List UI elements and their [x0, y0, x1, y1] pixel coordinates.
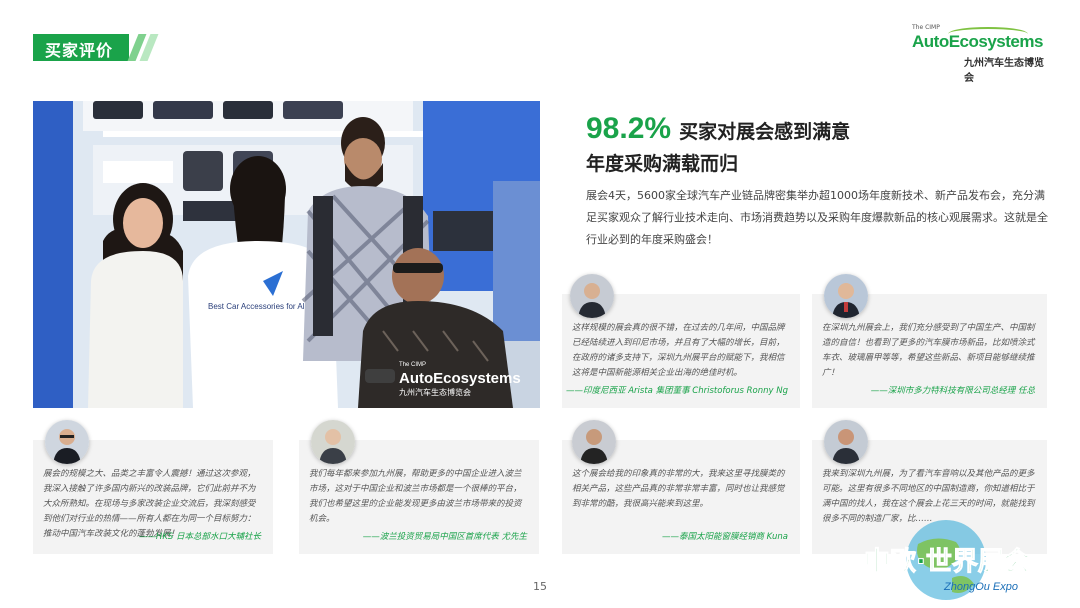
- headline-line1: 买家对展会感到满意: [679, 121, 851, 143]
- satisfaction-percent: 98.2%: [586, 112, 672, 145]
- testimonial-card: 我们每年都来参加九州展，帮助更多的中国企业进入波兰市场，这对于中国企业和波兰市场…: [299, 420, 539, 554]
- page-number: 15: [533, 580, 547, 593]
- testimonial-quote: 在深圳九州展会上，我们充分感受到了中国生产、中国制造的自信！也看到了更多的汽车膜…: [822, 323, 1035, 378]
- testimonial-author: ——印度尼西亚 Arista 集团董事 Christoforus Ronny N…: [566, 386, 788, 396]
- testimonial-author: ——深圳市多力特科技有限公司总经理 任总: [870, 386, 1035, 396]
- person-avatar: [572, 420, 616, 464]
- testimonial-card: 展会的规模之大、品类之丰富令人震撼！通过这次参观，我深入接触了许多国内新兴的改装…: [33, 420, 273, 554]
- watermark-en: ZhongOu Expo: [943, 581, 1018, 593]
- photo-logo-cn: 九州汽车生态博览会: [399, 387, 471, 397]
- testimonial-author: ——HKS 日本总部水口大辅社长: [138, 532, 261, 542]
- headline-line2: 年度采购满载而归: [586, 153, 739, 175]
- photo-logo-small: The CIMP: [399, 362, 426, 368]
- exhibition-photo: Best Car Accessories for All The CIMP Au…: [33, 101, 540, 408]
- logo-cn-name: 九州汽车生态博览会: [964, 58, 1044, 84]
- testimonial-quote: 我们每年都来参加九州展，帮助更多的中国企业进入波兰市场，这对于中国企业和波兰市场…: [309, 469, 522, 524]
- zhongou-expo-watermark: 中欧·世界展会 ZhongOu Expo: [856, 514, 1076, 606]
- person-avatar: [45, 420, 89, 464]
- autoecosystems-logo: The CIMP AutoEcosystems 九州汽车生态博览会: [908, 24, 1050, 84]
- logo-wordmark: AutoEcosystems: [912, 32, 1043, 51]
- photo-logo-word: AutoEcosystems: [399, 370, 521, 387]
- headline: 98.2% 买家对展会感到满意: [586, 112, 850, 146]
- logo-cimp: The CIMP: [912, 24, 940, 31]
- section-title: 买家评价: [45, 41, 114, 60]
- intro-paragraph: 展会4天，5600家全球汽车产业链品牌密集举办超1000场年度新技术、新产品发布…: [586, 189, 1048, 246]
- globe-icon: 中欧·世界展会 ZhongOu Expo: [864, 520, 1030, 600]
- section-tag: 买家评价: [33, 34, 159, 61]
- shirt-print: Best Car Accessories for All: [208, 302, 306, 311]
- testimonial-quote: 这个展会给我的印象真的非常的大，我来这里寻找膜类的相关产品，这些产品真的非常非常…: [572, 469, 785, 509]
- watermark-cn: 中欧·世界展会: [864, 546, 1030, 577]
- exhibition-scene: Best Car Accessories for All The CIMP Au…: [33, 101, 540, 408]
- person-avatar: [824, 420, 868, 464]
- testimonial-author: ——泰国太阳能窗膜经销商 Kuna: [661, 532, 788, 542]
- testimonial-card: 在深圳九州展会上，我们充分感受到了中国生产、中国制造的自信！也看到了更多的汽车膜…: [812, 274, 1047, 408]
- testimonial-card: 这样规模的展会真的很不错，在过去的几年间，中国品牌已经陆续进入到印尼市场，并且有…: [562, 274, 800, 408]
- testimonial-author: ——波兰投资贸易局中国区首席代表 尤先生: [362, 532, 527, 542]
- testimonial-quote: 这样规模的展会真的很不错，在过去的几年间，中国品牌已经陆续进入到印尼市场，并且有…: [572, 323, 785, 378]
- person-avatar: [824, 274, 868, 318]
- person-avatar: [311, 420, 355, 464]
- person-avatar: [570, 274, 614, 318]
- testimonial-card: 这个展会给我的印象真的非常的大，我来这里寻找膜类的相关产品，这些产品真的非常非常…: [562, 420, 800, 554]
